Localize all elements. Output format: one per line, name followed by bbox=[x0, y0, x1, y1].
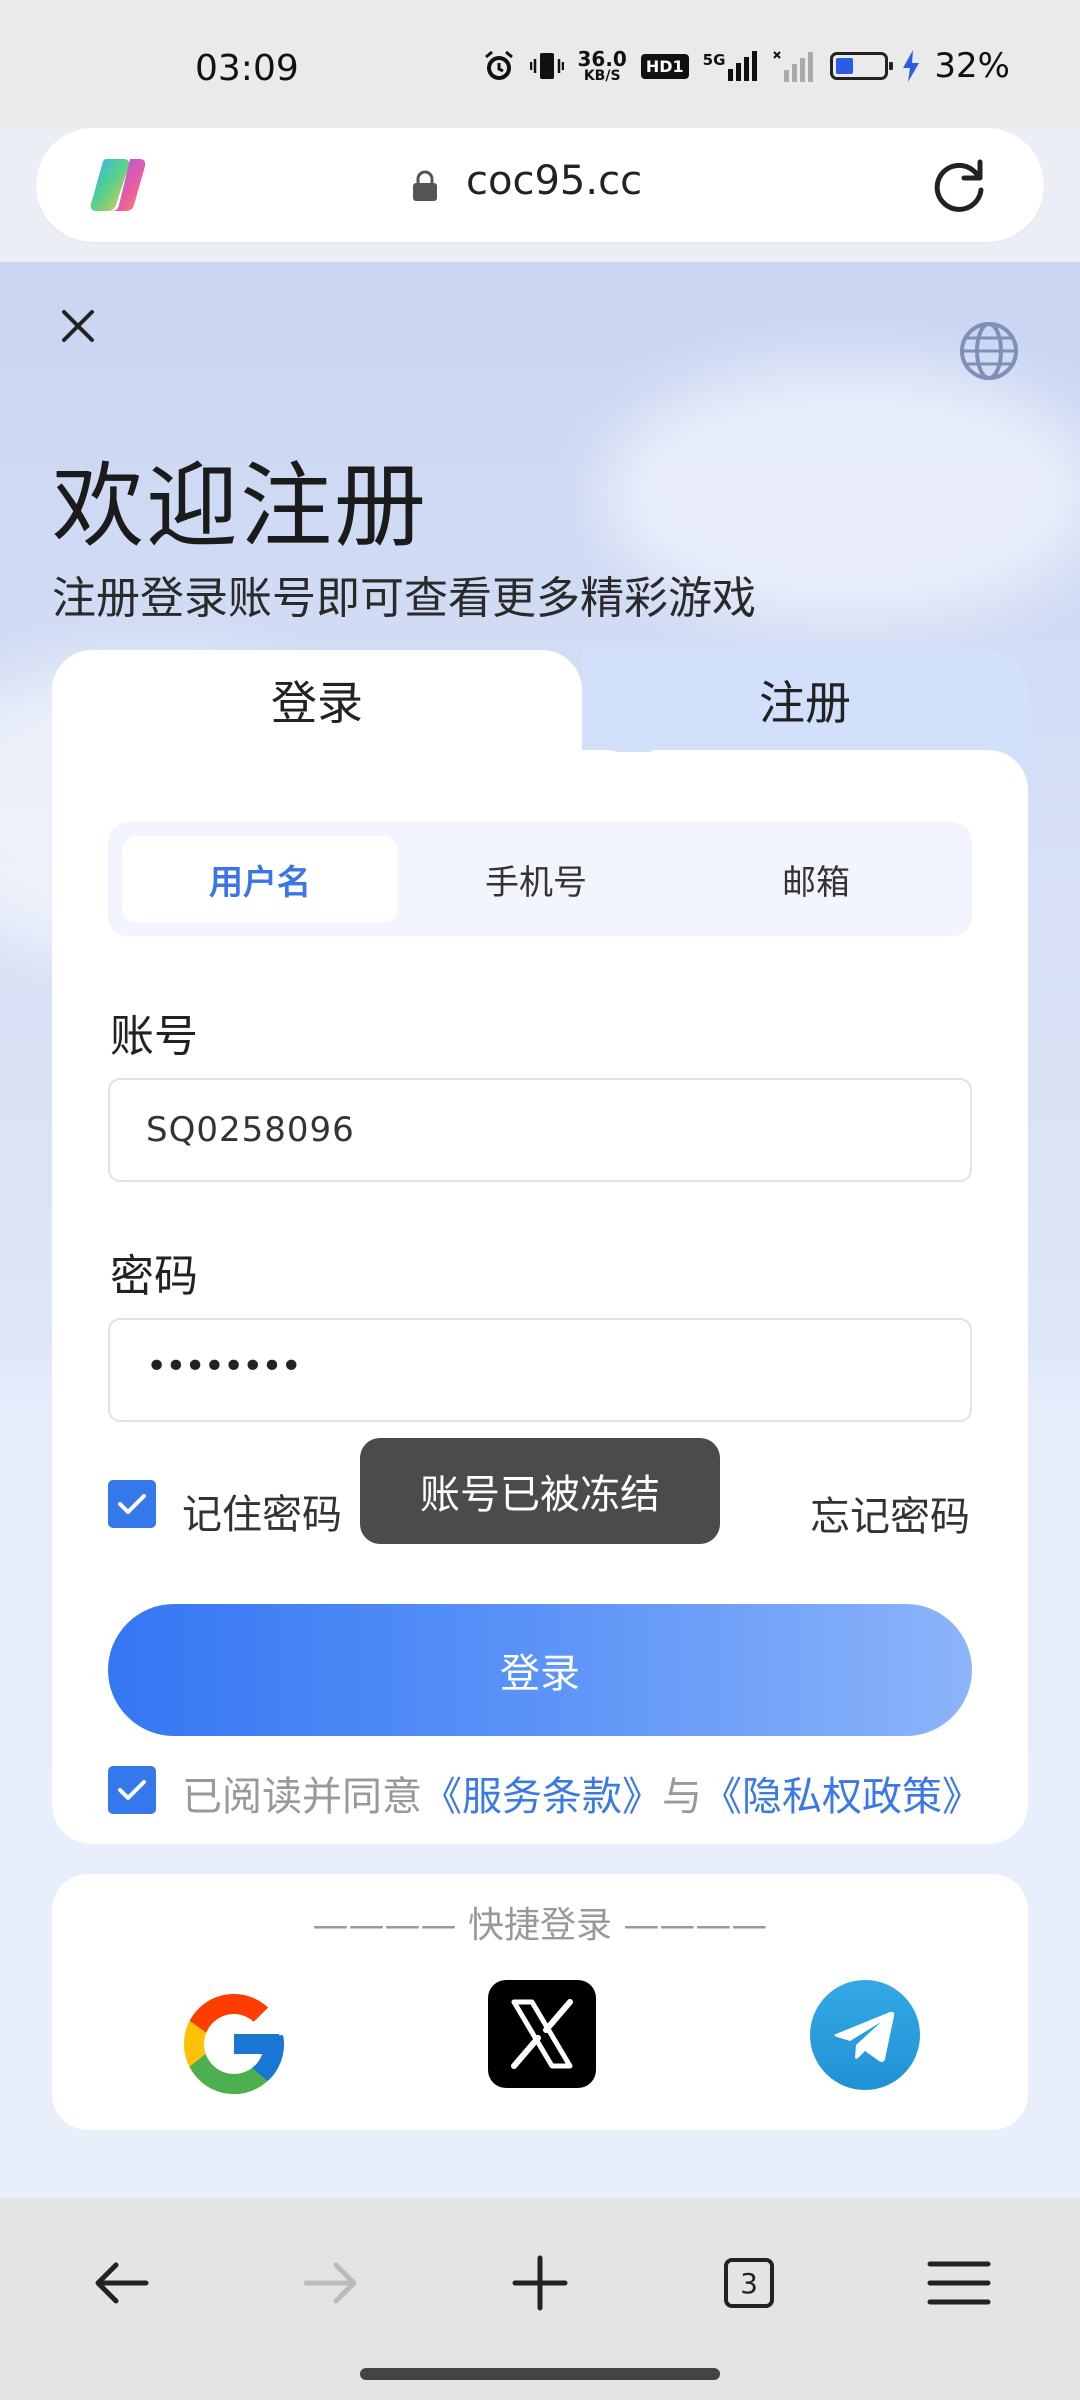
privacy-policy-link[interactable]: 《隐私权政策》 bbox=[702, 1774, 982, 1820]
quick-login-card: ———— 快捷登录 ———— bbox=[52, 1874, 1028, 2130]
charging-icon bbox=[903, 50, 920, 82]
url-bar[interactable]: coc95.cc bbox=[36, 128, 1044, 242]
remember-password-label[interactable]: 记住密码 bbox=[182, 1482, 342, 1540]
page-title: 欢迎注册 bbox=[52, 453, 429, 560]
login-method-selector: 用户名 手机号 邮箱 bbox=[108, 822, 972, 936]
page-subtitle: 注册登录账号即可查看更多精彩游戏 bbox=[52, 573, 756, 624]
tabs-button[interactable]: 3 bbox=[704, 2238, 794, 2328]
tab-notch bbox=[582, 750, 642, 810]
browser-bottom-nav: 3 bbox=[0, 2198, 1080, 2400]
checkmark-icon bbox=[118, 1780, 146, 1800]
signal-icon bbox=[728, 51, 758, 81]
password-input[interactable]: •••••••• bbox=[108, 1318, 972, 1422]
telegram-icon[interactable] bbox=[810, 1980, 920, 2090]
vibrate-icon bbox=[529, 53, 564, 79]
copilot-logo-icon[interactable] bbox=[86, 153, 150, 217]
agree-prefix: 已阅读并同意 bbox=[182, 1774, 422, 1820]
paper-plane-icon bbox=[834, 2011, 895, 2063]
lock-icon bbox=[413, 170, 437, 201]
battery-percent: 32% bbox=[934, 46, 1010, 86]
toast-message: 账号已被冻结 bbox=[360, 1438, 720, 1544]
globe-icon[interactable] bbox=[958, 320, 1020, 382]
password-input-value: •••••••• bbox=[146, 1346, 302, 1387]
password-label: 密码 bbox=[110, 1251, 198, 1302]
google-icon[interactable] bbox=[174, 1984, 294, 2104]
tab-login[interactable]: 登录 bbox=[52, 650, 582, 750]
method-username[interactable]: 用户名 bbox=[122, 836, 398, 922]
account-label: 账号 bbox=[110, 1011, 198, 1062]
agree-terms-checkbox[interactable] bbox=[108, 1766, 156, 1814]
signal-5g: 5G bbox=[703, 51, 759, 81]
tab-register[interactable]: 注册 bbox=[582, 650, 1028, 750]
status-bar: 03:09 36.0 KB/S HD1 5G 32% bbox=[0, 0, 1080, 128]
status-time: 03:09 bbox=[195, 48, 299, 89]
back-arrow-icon[interactable] bbox=[76, 2238, 166, 2328]
web-page: 欢迎注册 注册登录账号即可查看更多精彩游戏 登录 注册 用户名 手机号 邮箱 账… bbox=[0, 262, 1080, 2198]
tab-count: 3 bbox=[740, 2266, 758, 2300]
auth-card: 登录 注册 用户名 手机号 邮箱 账号 SQ0258096 密码 •••••••… bbox=[52, 650, 1028, 1844]
close-icon[interactable] bbox=[56, 304, 100, 348]
method-phone[interactable]: 手机号 bbox=[398, 836, 674, 922]
reload-icon[interactable] bbox=[928, 154, 990, 216]
terms-of-service-link[interactable]: 《服务条款》 bbox=[422, 1774, 662, 1820]
new-tab-plus-icon[interactable] bbox=[495, 2238, 585, 2328]
agree-terms-text: 已阅读并同意《服务条款》与《隐私权政策》 bbox=[182, 1764, 982, 1822]
x-logo-icon bbox=[511, 1999, 573, 2069]
quick-login-title: ———— 快捷登录 ———— bbox=[312, 1905, 768, 1946]
method-email[interactable]: 邮箱 bbox=[674, 836, 958, 922]
login-button[interactable]: 登录 bbox=[108, 1604, 972, 1736]
battery-icon bbox=[830, 52, 894, 80]
x-icon[interactable] bbox=[488, 1980, 596, 2088]
alarm-icon bbox=[484, 50, 513, 80]
network-speed: 36.0 KB/S bbox=[577, 47, 627, 84]
url-text[interactable]: coc95.cc bbox=[466, 158, 642, 204]
status-icons: 36.0 KB/S HD1 5G 32% bbox=[482, 46, 1010, 86]
remember-password-checkbox[interactable] bbox=[108, 1480, 156, 1528]
forward-arrow-icon[interactable] bbox=[286, 2238, 376, 2328]
home-indicator[interactable] bbox=[360, 2368, 720, 2380]
hd-badge: HD1 bbox=[640, 53, 689, 79]
signal-weak-icon bbox=[773, 51, 814, 82]
checkmark-icon bbox=[118, 1494, 146, 1514]
agree-and: 与 bbox=[662, 1774, 702, 1820]
tabs-icon: 3 bbox=[724, 2258, 774, 2308]
account-input[interactable]: SQ0258096 bbox=[108, 1078, 972, 1182]
menu-icon[interactable] bbox=[914, 2238, 1004, 2328]
forgot-password-link[interactable]: 忘记密码 bbox=[810, 1484, 970, 1542]
account-input-value: SQ0258096 bbox=[146, 1110, 355, 1150]
